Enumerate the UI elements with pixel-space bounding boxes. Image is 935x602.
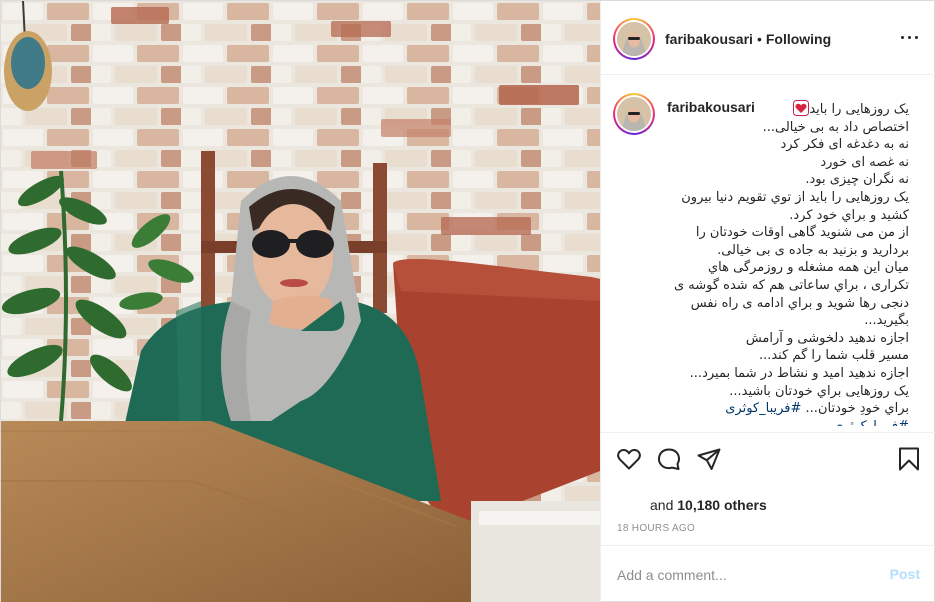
caption-area: faribakousari یک روزهایی را باید اختصاص … (601, 76, 935, 432)
caption-line: یک روزهایی را باید از توي تقویم دنیا بیر… (681, 189, 909, 205)
caption-line: اجازه ندهید دلخوشی و آرامش (745, 330, 909, 346)
caption-line-last: براي خودِ خودتان... #فریبا_کوثری (667, 400, 909, 418)
likes-section: and 10,180 others (601, 487, 935, 517)
caption-line: بردارید و بزنید به جاده ی بی خیالی. (717, 242, 909, 258)
separator-dot: • (756, 31, 762, 47)
caption-line: یک روزهایی براي خودتان باشید... (729, 383, 909, 399)
post-side-panel: faribakousari•Following faribakousari (600, 1, 935, 602)
author-username[interactable]: faribakousari (665, 31, 753, 47)
caption-line: تکراری ، براي ساعاتی هم که شده گوشه ی (673, 277, 909, 293)
post-dialog: faribakousari•Following faribakousari (0, 0, 935, 602)
likes-prefix: and (650, 497, 678, 513)
caption-line-0: یک روزهایی را باید (667, 100, 909, 119)
more-options-icon[interactable] (898, 29, 922, 47)
caption-line: نه نگران چیزی بود. (805, 172, 909, 188)
avatar-photo (617, 22, 651, 56)
comment-input[interactable] (617, 564, 867, 586)
post-timestamp[interactable]: 18 HOURS AGO (617, 523, 695, 534)
red-heart-emoji-icon (793, 100, 810, 116)
bookmark-icon[interactable] (895, 445, 923, 473)
follow-status-button[interactable]: Following (766, 31, 831, 47)
caption-line: کشید و براي خود کرد. (789, 207, 909, 223)
hashtag-link[interactable]: #فریبا_کوثری (725, 401, 801, 416)
likes-text[interactable]: and 10,180 others (650, 497, 767, 513)
avatar-photo (617, 97, 651, 131)
post-actions-bar (601, 432, 935, 487)
caption-line: میان این همه مشغله و روزمرگی هاي (707, 260, 909, 276)
caption-text: یک روزهایی را باید اختصاص داد به بی خیال… (667, 100, 909, 426)
caption-line-text: براي خودِ خودتان... (805, 401, 909, 417)
caption-line: نه به دغدغه ای فکر کرد (780, 137, 909, 153)
caption-author-avatar[interactable] (613, 93, 655, 135)
caption-line: مسیر قلب شما را گم کند... (758, 348, 909, 364)
caption-line: اجازه ندهید امید و نشاط در شما بمیرد... (689, 365, 909, 381)
heart-outline-icon[interactable] (615, 445, 643, 473)
likes-count[interactable]: 10,180 others (677, 497, 767, 513)
caption-line: بگیرید... (864, 313, 909, 329)
post-header: faribakousari • Following (601, 1, 935, 75)
add-comment-form: Post (601, 545, 935, 602)
paper-plane-icon[interactable] (695, 445, 723, 473)
hashtag-link-cut[interactable]: #فریبا_کوثری (667, 418, 909, 426)
post-comment-button[interactable]: Post (890, 566, 920, 582)
caption-line: از من می شنوید گاهی اوقات خودتان را (695, 225, 909, 241)
post-photo[interactable] (1, 1, 600, 602)
author-avatar[interactable] (613, 18, 655, 60)
caption-line: اختصاص داد به بی خیالی... (762, 119, 909, 135)
author-line: faribakousari • Following (665, 31, 831, 47)
caption-line: نه غصه ای خورد (820, 154, 909, 170)
photo-illustration (1, 1, 600, 602)
comment-bubble-icon[interactable] (655, 445, 683, 473)
liker-avatars[interactable] (617, 492, 645, 512)
caption-line: دنجی رها شوید و براي ادامه ی راه نفس (690, 295, 909, 311)
